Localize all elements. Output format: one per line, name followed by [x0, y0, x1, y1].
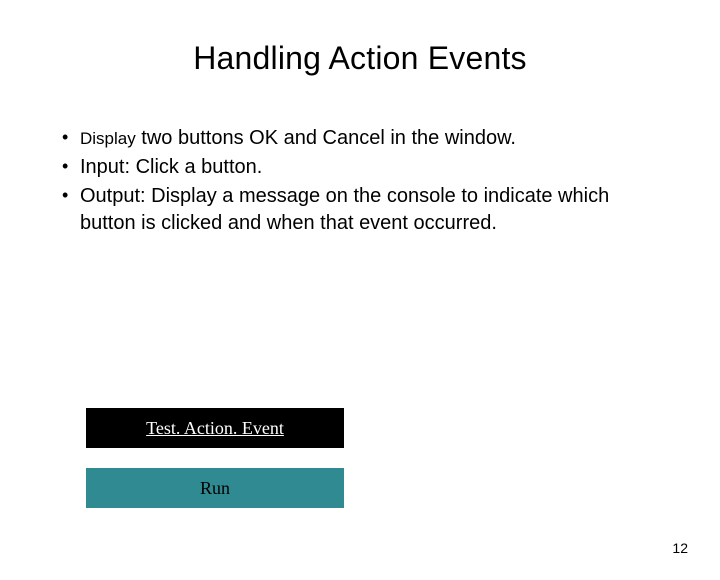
bullet-item: Display two buttons OK and Cancel in the…	[56, 125, 664, 152]
slide: Handling Action Events Display two butto…	[0, 40, 720, 580]
test-action-event-link[interactable]: Test. Action. Event	[86, 408, 344, 448]
bullet-prefix: Display	[80, 129, 136, 148]
page-number: 12	[672, 540, 688, 556]
run-button[interactable]: Run	[86, 468, 344, 508]
button-label: Run	[200, 478, 230, 499]
button-label: Test. Action. Event	[146, 418, 284, 439]
slide-title: Handling Action Events	[0, 40, 720, 77]
button-area: Test. Action. Event Run	[86, 408, 344, 528]
bullet-item: Output: Display a message on the console…	[56, 183, 664, 237]
bullet-item: Input: Click a button.	[56, 154, 664, 181]
bullet-text: Input: Click a button.	[80, 156, 262, 178]
bullet-text: two buttons OK and Cancel in the window.	[136, 127, 516, 149]
bullet-text: Output: Display a message on the console…	[80, 185, 609, 234]
bullet-list: Display two buttons OK and Cancel in the…	[56, 125, 664, 237]
